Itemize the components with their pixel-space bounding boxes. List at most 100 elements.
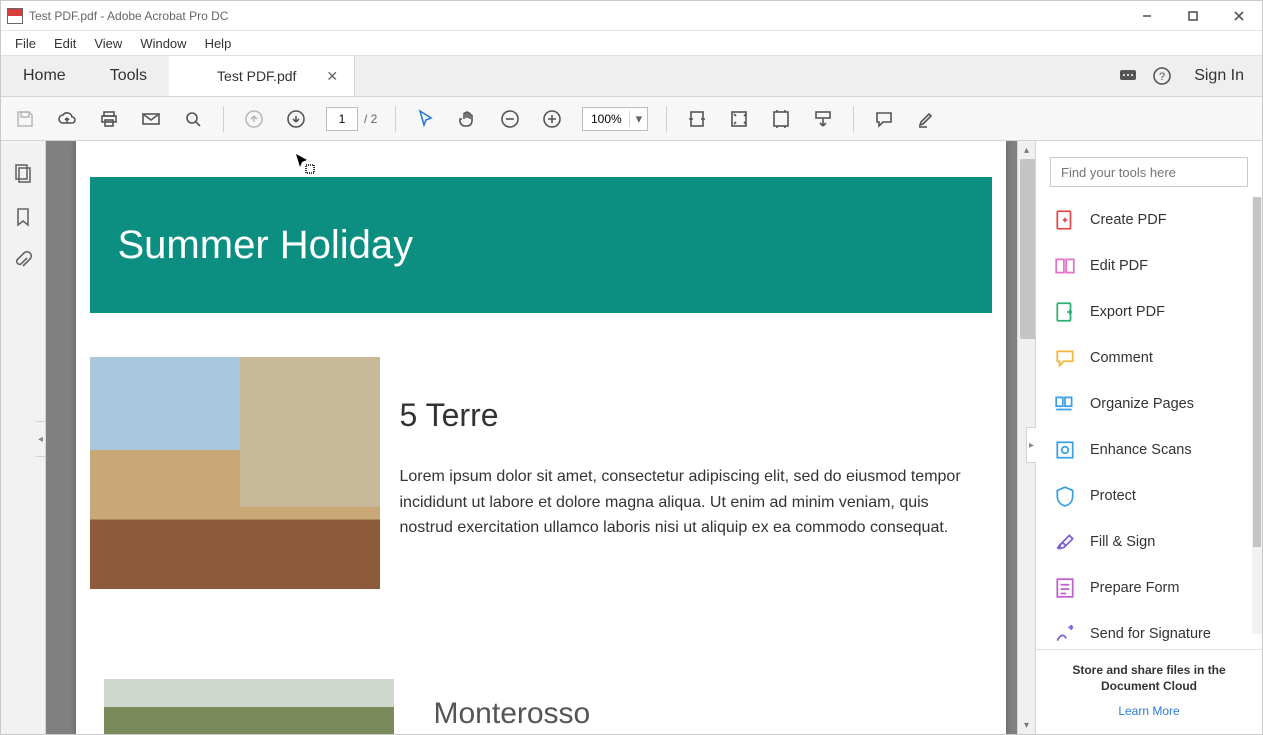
tab-tools[interactable]: Tools (88, 56, 169, 96)
menu-window[interactable]: Window (132, 34, 194, 53)
promo-text: Store and share files in the Document Cl… (1052, 662, 1246, 694)
doc-banner: Summer Holiday (90, 177, 992, 313)
tools-pane: ▸ Create PDFEdit PDFExport PDFCommentOrg… (1035, 141, 1262, 734)
cloud-upload-icon[interactable] (55, 107, 79, 131)
tool-item-label: Enhance Scans (1090, 442, 1192, 458)
app-icon (7, 8, 23, 24)
send-signature-icon (1054, 623, 1076, 645)
organize-pages-icon (1054, 393, 1076, 415)
tool-item-comment-tool[interactable]: Comment (1036, 335, 1262, 381)
tool-item-label: Send for Signature (1090, 626, 1211, 642)
help-icon[interactable]: ? (1152, 66, 1172, 86)
toolbar: / 2 ▾ (1, 97, 1262, 141)
tool-item-edit-pdf[interactable]: Edit PDF (1036, 243, 1262, 289)
document-tab-label: Test PDF.pdf (217, 68, 296, 84)
fullscreen-icon[interactable] (769, 107, 793, 131)
content-area: ◂ Summer Holiday 5 Terre Lorem ipsum dol… (1, 141, 1262, 734)
scrollbar-thumb[interactable] (1020, 159, 1035, 339)
hand-tool-icon[interactable] (456, 107, 480, 131)
close-tab-icon[interactable]: ✕ (326, 68, 338, 85)
save-icon[interactable] (13, 107, 37, 131)
text-select-cursor-icon (294, 153, 316, 178)
tool-item-prepare-form[interactable]: Prepare Form (1036, 565, 1262, 611)
page-number-input[interactable] (326, 107, 358, 131)
select-tool-icon[interactable] (414, 107, 438, 131)
page-number-box: / 2 (326, 107, 377, 131)
tool-item-label: Fill & Sign (1090, 534, 1155, 550)
tool-item-fill-sign[interactable]: Fill & Sign (1036, 519, 1262, 565)
tool-item-create-pdf[interactable]: Create PDF (1036, 197, 1262, 243)
tool-item-label: Export PDF (1090, 304, 1165, 320)
tools-scrollbar-thumb[interactable] (1253, 197, 1261, 547)
enhance-scans-icon (1054, 439, 1076, 461)
close-window-button[interactable] (1216, 1, 1262, 31)
zoom-select[interactable]: ▾ (582, 107, 648, 131)
tool-item-organize-pages[interactable]: Organize Pages (1036, 381, 1262, 427)
scroll-up-icon[interactable]: ▴ (1018, 141, 1035, 159)
maximize-button[interactable] (1170, 1, 1216, 31)
zoom-in-icon[interactable] (540, 107, 564, 131)
menu-file[interactable]: File (7, 34, 44, 53)
document-tab[interactable]: Test PDF.pdf ✕ (169, 56, 355, 96)
tool-item-label: Edit PDF (1090, 258, 1148, 274)
doc-image-1 (90, 357, 380, 589)
menu-edit[interactable]: Edit (46, 34, 84, 53)
thumbnails-icon[interactable] (13, 163, 33, 183)
tool-item-label: Protect (1090, 488, 1136, 504)
tool-item-send-signature[interactable]: Send for Signature (1036, 611, 1262, 649)
attachment-icon[interactable] (13, 251, 33, 271)
title-bar: Test PDF.pdf - Adobe Acrobat Pro DC (1, 1, 1262, 31)
fill-sign-icon (1054, 531, 1076, 553)
doc-section1-body: Lorem ipsum dolor sit amet, consectetur … (400, 464, 972, 541)
page-total-label: / 2 (364, 112, 377, 126)
print-icon[interactable] (97, 107, 121, 131)
tools-search-input[interactable] (1050, 157, 1248, 187)
minimize-button[interactable] (1124, 1, 1170, 31)
app-window: Test PDF.pdf - Adobe Acrobat Pro DC File… (0, 0, 1263, 735)
zoom-input[interactable] (583, 112, 629, 126)
tool-item-enhance-scans[interactable]: Enhance Scans (1036, 427, 1262, 473)
promo-link[interactable]: Learn More (1052, 704, 1246, 718)
export-pdf-icon (1054, 301, 1076, 323)
doc-image-2 (104, 679, 394, 734)
highlight-icon[interactable] (914, 107, 938, 131)
fit-width-icon[interactable] (685, 107, 709, 131)
document-view[interactable]: Summer Holiday 5 Terre Lorem ipsum dolor… (46, 141, 1035, 734)
tool-item-protect[interactable]: Protect (1036, 473, 1262, 519)
comment-tool-icon (1054, 347, 1076, 369)
promo-box: Store and share files in the Document Cl… (1036, 649, 1262, 734)
menu-view[interactable]: View (86, 34, 130, 53)
comment-icon[interactable] (872, 107, 896, 131)
tab-strip: Home Tools Test PDF.pdf ✕ ? Sign In (1, 55, 1262, 97)
scroll-down-icon[interactable]: ▾ (1018, 716, 1035, 734)
menu-help[interactable]: Help (197, 34, 240, 53)
fit-page-icon[interactable] (727, 107, 751, 131)
bookmark-icon[interactable] (13, 207, 33, 227)
email-icon[interactable] (139, 107, 163, 131)
tool-item-label: Prepare Form (1090, 580, 1179, 596)
tool-item-label: Organize Pages (1090, 396, 1194, 412)
navpane-toggle[interactable]: ◂ (36, 421, 46, 457)
tool-item-export-pdf[interactable]: Export PDF (1036, 289, 1262, 335)
pdf-page: Summer Holiday 5 Terre Lorem ipsum dolor… (76, 141, 1006, 734)
tab-home[interactable]: Home (1, 56, 88, 96)
doc-section2-title: Monterosso (434, 697, 591, 734)
sign-in-button[interactable]: Sign In (1186, 67, 1244, 85)
tools-scrollbar[interactable] (1252, 197, 1262, 634)
read-mode-icon[interactable] (811, 107, 835, 131)
zoom-dropdown-icon[interactable]: ▾ (629, 111, 647, 127)
search-icon[interactable] (181, 107, 205, 131)
tool-item-label: Create PDF (1090, 212, 1167, 228)
notification-icon[interactable] (1118, 66, 1138, 86)
toolpane-toggle[interactable]: ▸ (1026, 427, 1036, 463)
menu-bar: File Edit View Window Help (1, 31, 1262, 55)
protect-icon (1054, 485, 1076, 507)
next-page-icon[interactable] (284, 107, 308, 131)
tool-item-label: Comment (1090, 350, 1153, 366)
navigation-pane: ◂ (1, 141, 46, 734)
prev-page-icon[interactable] (242, 107, 266, 131)
create-pdf-icon (1054, 209, 1076, 231)
svg-text:?: ? (1159, 71, 1165, 83)
zoom-out-icon[interactable] (498, 107, 522, 131)
window-title: Test PDF.pdf - Adobe Acrobat Pro DC (29, 9, 1124, 23)
